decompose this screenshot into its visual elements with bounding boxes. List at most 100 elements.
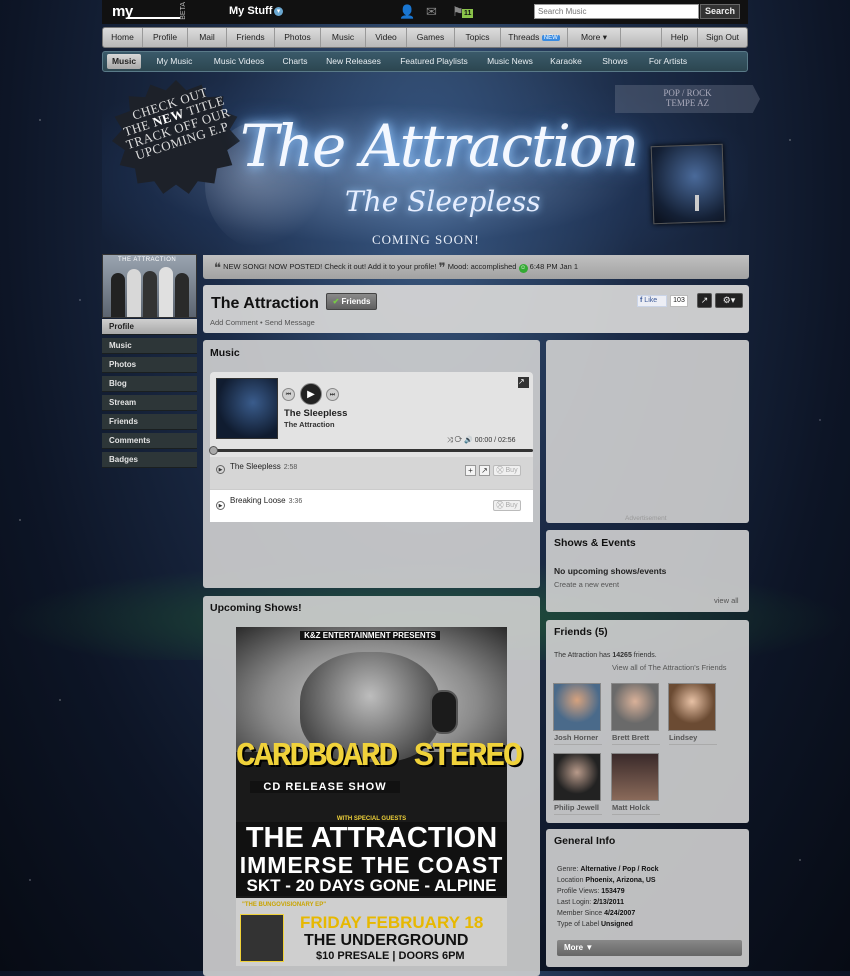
friend-name[interactable]: Matt Holck — [612, 803, 660, 815]
share-icon[interactable]: ↗ — [697, 293, 712, 308]
play-track-icon[interactable]: ▶ — [216, 501, 225, 510]
friend-photo[interactable] — [553, 753, 601, 801]
search-button[interactable]: Search — [700, 4, 740, 19]
info-value: Phoenix, Arizona, US — [585, 877, 656, 884]
subnav-charts[interactable]: Charts — [276, 52, 314, 71]
mood-label: Mood: accomplished — [447, 262, 517, 271]
banner-location: TEMPE AZ — [665, 98, 710, 108]
facebook-like-button[interactable]: f Like — [637, 295, 667, 307]
friends-button-label: Friends — [341, 297, 371, 306]
add-to-playlist-icon[interactable]: + — [465, 465, 476, 476]
sidebar-item-music[interactable]: Music — [102, 338, 197, 354]
next-track-icon[interactable]: ⏭ — [326, 388, 339, 401]
progress-bar[interactable] — [212, 449, 533, 452]
friend-name[interactable]: Lindsey — [669, 733, 717, 745]
buy-button[interactable]: ⛒ Buy — [493, 465, 521, 476]
nav-music[interactable]: Music — [321, 28, 366, 47]
shows-view-all-link[interactable]: view all — [714, 596, 739, 605]
nav-more[interactable]: More ▾ — [568, 28, 621, 47]
volume-icon[interactable]: 🔊 — [464, 437, 473, 444]
repeat-icon[interactable]: ⟳ — [455, 437, 463, 444]
play-icon[interactable]: ▶ — [300, 383, 322, 405]
subnav-for-artists[interactable]: For Artists — [643, 52, 693, 71]
share-track-icon[interactable]: ↗ — [479, 465, 490, 476]
my-stuff-link[interactable]: My Stuff — [229, 5, 272, 17]
subnav-new-releases[interactable]: New Releases — [321, 52, 386, 71]
nav-mail[interactable]: Mail — [188, 28, 227, 47]
subnav-music[interactable]: Music — [107, 54, 141, 69]
nav-home[interactable]: Home — [103, 28, 143, 47]
check-icon: ✔ — [332, 297, 340, 306]
friend-name[interactable]: Philip Jewell — [554, 803, 602, 815]
search-input[interactable] — [534, 4, 699, 19]
mail-icon[interactable]: ✉ — [426, 5, 440, 18]
subnav-music-news[interactable]: Music News — [481, 52, 539, 71]
nav-photos[interactable]: Photos — [275, 28, 321, 47]
nav-friends[interactable]: Friends — [227, 28, 275, 47]
nav-profile[interactable]: Profile — [143, 28, 188, 47]
create-event-link[interactable]: Create a new event — [554, 580, 619, 589]
profile-avatar[interactable] — [102, 254, 197, 318]
avatar-caption: THE ATTRACTION — [118, 257, 177, 263]
subnav-featured-playlists[interactable]: Featured Playlists — [394, 52, 474, 71]
logo-underline — [128, 4, 180, 19]
main-nav: Home Profile Mail Friends Photos Music V… — [102, 27, 748, 48]
subnav-music-videos[interactable]: Music Videos — [207, 52, 271, 71]
subnav-shows[interactable]: Shows — [596, 52, 634, 71]
cart-icon: ⛒ — [496, 467, 504, 474]
nav-sign-out[interactable]: Sign Out — [698, 28, 747, 47]
subnav-my-music[interactable]: My Music — [147, 52, 202, 71]
sidebar-item-stream[interactable]: Stream — [102, 395, 197, 411]
progress-handle[interactable] — [209, 446, 218, 455]
popout-player-icon[interactable]: ↗ — [518, 377, 529, 388]
nav-help[interactable]: Help — [661, 28, 698, 47]
nav-threads[interactable]: Threads NEW — [501, 28, 568, 47]
sidebar-item-friends[interactable]: Friends — [102, 414, 197, 430]
friend-photo[interactable] — [611, 683, 659, 731]
send-message-link[interactable]: Send Message — [265, 318, 315, 327]
sidebar-item-comments[interactable]: Comments — [102, 433, 197, 449]
play-track-icon[interactable]: ▶ — [216, 465, 225, 474]
friend-photo[interactable] — [668, 683, 716, 731]
nav-video[interactable]: Video — [366, 28, 407, 47]
nav-games[interactable]: Games — [407, 28, 455, 47]
sidebar-item-badges[interactable]: Badges — [102, 452, 197, 468]
shuffle-icon[interactable]: ⤨ — [447, 437, 453, 444]
poster-headliner: CARDBOARD STEREO — [236, 738, 523, 775]
friend-name[interactable]: Josh Horner — [554, 733, 602, 745]
view-all-friends-link[interactable]: View all of The Attraction's Friends — [612, 663, 727, 672]
previous-track-icon[interactable]: ⏮ — [282, 388, 295, 401]
advertisement-box[interactable] — [546, 340, 749, 523]
separator: • — [260, 318, 263, 327]
poster-presenter: K&Z ENTERTAINMENT PRESENTS — [300, 631, 440, 640]
friend-photo[interactable] — [611, 753, 659, 801]
track-row[interactable]: ▶ Breaking Loose 3:36 ⛒ Buy — [210, 489, 533, 522]
track-row[interactable]: ▶ The Sleepless 2:58 + ↗ ⛒ Buy — [210, 457, 533, 490]
music-sub-nav: Music My Music Music Videos Charts New R… — [102, 51, 748, 72]
buy-button[interactable]: ⛒ Buy — [493, 500, 521, 511]
profile-icon[interactable]: 👤 — [399, 5, 415, 18]
nav-threads-label: Threads — [508, 32, 540, 42]
nav-topics[interactable]: Topics — [455, 28, 501, 47]
friends-summary-pre: The Attraction has — [554, 652, 613, 659]
general-info-more-button[interactable]: More ▼ — [557, 940, 742, 956]
general-info-title: General Info — [554, 835, 616, 847]
track-title: The Sleepless 2:58 — [230, 462, 297, 471]
friend-name[interactable]: Brett Brett — [612, 733, 660, 745]
sidebar-item-profile[interactable]: Profile — [102, 319, 197, 335]
my-stuff-dropdown-icon[interactable]: ▾ — [274, 7, 283, 16]
banner-coming-soon: COMING SOON! — [372, 232, 480, 247]
info-row: Last Login: 2/13/2011 — [557, 899, 624, 906]
track-duration: 2:58 — [283, 464, 298, 471]
profile-actions: Add Comment • Send Message — [210, 318, 315, 327]
friend-photo[interactable] — [553, 683, 601, 731]
add-comment-link[interactable]: Add Comment — [210, 318, 258, 327]
info-row: Location Phoenix, Arizona, US — [557, 877, 656, 884]
banner-band-name: The Attraction — [240, 112, 639, 180]
subnav-karaoke[interactable]: Karaoke — [546, 52, 586, 71]
now-playing-artist[interactable]: The Attraction — [284, 420, 335, 429]
friends-button[interactable]: ✔ Friends — [326, 293, 377, 310]
settings-gear-icon[interactable]: ⚙▾ — [715, 293, 743, 308]
sidebar-item-photos[interactable]: Photos — [102, 357, 197, 373]
sidebar-item-blog[interactable]: Blog — [102, 376, 197, 392]
